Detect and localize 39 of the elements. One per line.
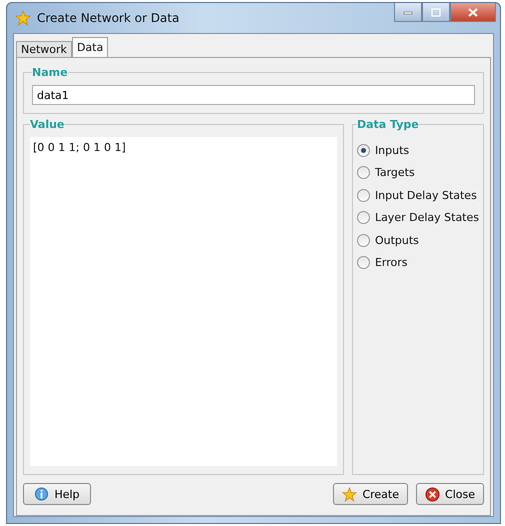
minimize-icon: [403, 9, 413, 15]
tab[interactable]: Data: [72, 37, 108, 57]
create-button[interactable]: Create: [333, 483, 408, 505]
name-field[interactable]: data1: [32, 85, 475, 105]
radio-button[interactable]: [356, 234, 370, 247]
minimize-button[interactable]: [394, 3, 422, 22]
group-title: Name: [32, 66, 68, 79]
group-title: Value: [30, 118, 64, 131]
radio-button[interactable]: [356, 144, 370, 157]
radio-option[interactable]: Layer Delay States: [356, 206, 479, 229]
option-label: Inputs: [374, 144, 410, 157]
option-label: Layer Delay States: [374, 211, 479, 224]
group-title: Data Type: [356, 118, 419, 131]
radio-option[interactable]: Inputs: [356, 139, 479, 162]
option-label: Input Delay States: [374, 188, 477, 202]
close-button[interactable]: [450, 3, 496, 22]
tab[interactable]: Network: [16, 41, 72, 57]
value-text-area[interactable]: [0 0 1 1; 0 1 0 1]: [30, 137, 337, 466]
close-button[interactable]: Close: [416, 483, 484, 505]
help-button[interactable]: Help: [23, 483, 91, 505]
option-label: Errors: [374, 256, 408, 270]
radio-option[interactable]: Errors: [356, 252, 479, 274]
radio-button[interactable]: [356, 256, 370, 270]
star-icon: [15, 10, 31, 26]
info-icon: [34, 486, 50, 502]
radio-option[interactable]: Outputs: [356, 229, 479, 252]
close-icon: [425, 486, 440, 502]
radio-button[interactable]: [356, 211, 370, 224]
maximize-icon: [431, 8, 441, 16]
radio-option[interactable]: Input Delay States: [356, 184, 479, 206]
window-title: Create Network or Data: [37, 11, 180, 25]
close-icon: [468, 8, 478, 16]
radio-option[interactable]: Targets: [356, 162, 479, 184]
radio-button[interactable]: [356, 188, 370, 202]
radio-button[interactable]: [356, 166, 370, 180]
maximize-button[interactable]: [422, 3, 450, 22]
option-label: Targets: [374, 166, 415, 180]
star-icon: [342, 486, 358, 502]
option-label: Outputs: [374, 234, 419, 247]
